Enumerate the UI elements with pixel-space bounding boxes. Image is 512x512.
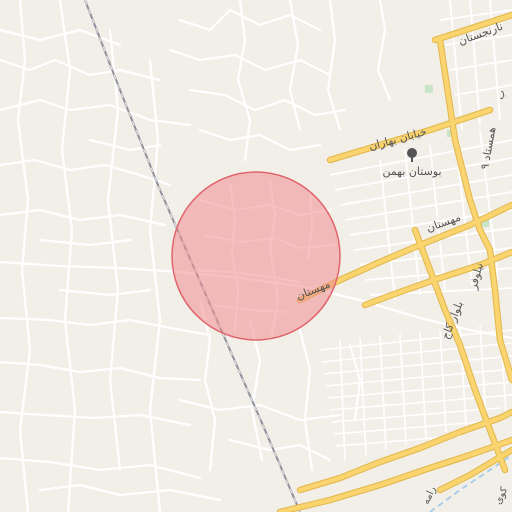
map-view[interactable]: خیابان بهاران مهستان مهستان بلوار کاج نی…	[0, 0, 512, 512]
street-label-b: ب	[495, 89, 507, 100]
highlight-circle[interactable]	[171, 171, 341, 341]
park-label-bahman: بوستان بهمن	[382, 165, 441, 178]
map-canvas[interactable]: خیابان بهاران مهستان مهستان بلوار کاج نی…	[0, 0, 512, 512]
